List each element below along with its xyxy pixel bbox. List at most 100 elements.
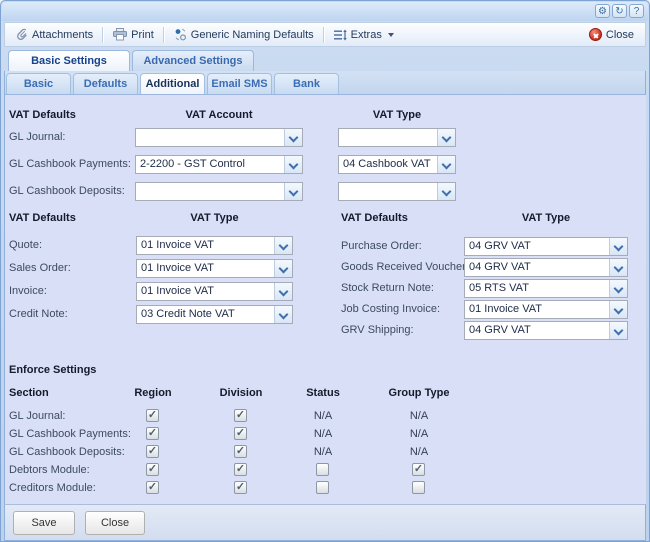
dropdown-trigger[interactable] <box>284 129 302 146</box>
credit-note-label: Credit Note: <box>9 305 68 324</box>
credit-note-vattype-select[interactable]: 03 Credit Note VAT <box>136 305 293 324</box>
gl-cashbook-deposits-status-na: N/A <box>293 444 353 460</box>
chevron-down-icon <box>442 187 452 197</box>
gl-journal-status-na: N/A <box>293 408 353 424</box>
goods-received-voucher-vattype-value: 04 GRV VAT <box>469 259 607 276</box>
invoice-vattype-select[interactable]: 01 Invoice VAT <box>136 282 293 301</box>
dropdown-trigger[interactable] <box>437 183 455 200</box>
goods-received-voucher-vattype-select[interactable]: 04 GRV VAT <box>464 258 628 277</box>
gl-cashbook-payments-vattype-select[interactable]: 04 Cashbook VAT <box>338 155 456 174</box>
gl-journal-division-checkbox[interactable]: ✓ <box>234 409 247 422</box>
gl-cashbook-payments-account-select[interactable]: 2-2200 - GST Control <box>135 155 303 174</box>
enforce-settings-title: Enforce Settings <box>9 364 96 376</box>
goods-received-voucher-label: Goods Received Voucher: <box>341 258 469 277</box>
additional-tab-content: VAT Defaults VAT Account VAT Type GL Jou… <box>5 95 646 504</box>
vat-type-header-3: VAT Type <box>464 212 628 224</box>
creditors-module-region-checkbox[interactable]: ✓ <box>146 481 159 494</box>
naming-defaults-icon <box>174 28 187 41</box>
print-button[interactable]: Print <box>107 26 160 43</box>
gl-cashbook-deposits-region-checkbox[interactable]: ✓ <box>146 445 159 458</box>
toolbar: Attachments Print Generic Naming Default… <box>4 22 646 47</box>
dropdown-trigger[interactable] <box>437 156 455 173</box>
toolbar-close-label: Close <box>606 29 634 41</box>
gl-cashbook-deposits-label: GL Cashbook Deposits: <box>9 182 125 201</box>
tab-advanced-settings[interactable]: Advanced Settings <box>132 50 254 71</box>
job-costing-invoice-vattype-select[interactable]: 01 Invoice VAT <box>464 300 628 319</box>
gl-cashbook-payments-vattype-value: 04 Cashbook VAT <box>343 156 435 173</box>
toolbar-close-button[interactable]: Close <box>583 26 640 43</box>
creditors-module-status-checkbox[interactable] <box>316 481 329 494</box>
enforce-col-division: Division <box>211 387 271 399</box>
tab-defaults[interactable]: Defaults <box>73 73 138 94</box>
dropdown-trigger[interactable] <box>609 280 627 297</box>
debtors-module-region-checkbox[interactable]: ✓ <box>146 463 159 476</box>
debtors-module-grouptype-checkbox[interactable]: ✓ <box>412 463 425 476</box>
chevron-down-icon <box>289 187 299 197</box>
dropdown-trigger[interactable] <box>274 283 292 300</box>
attachments-label: Attachments <box>32 29 93 41</box>
dropdown-trigger[interactable] <box>284 156 302 173</box>
chevron-down-icon <box>289 133 299 143</box>
enforce-col-region: Region <box>123 387 183 399</box>
stock-return-note-vattype-select[interactable]: 05 RTS VAT <box>464 279 628 298</box>
gl-journal-vattype-select[interactable] <box>338 128 456 147</box>
chevron-down-icon <box>614 242 624 252</box>
debtors-module-division-checkbox[interactable]: ✓ <box>234 463 247 476</box>
chevron-down-icon <box>279 241 289 251</box>
vat-defaults-header-3: VAT Defaults <box>341 212 408 224</box>
dropdown-trigger[interactable] <box>609 301 627 318</box>
gl-cashbook-deposits-vattype-select[interactable] <box>338 182 456 201</box>
dropdown-trigger[interactable] <box>274 260 292 277</box>
gl-cashbook-payments-division-checkbox[interactable]: ✓ <box>234 427 247 440</box>
quote-vattype-select[interactable]: 01 Invoice VAT <box>136 236 293 255</box>
footer-close-button[interactable]: Close <box>85 511 145 535</box>
vat-defaults-header-2: VAT Defaults <box>9 212 76 224</box>
gl-cashbook-payments-region-checkbox[interactable]: ✓ <box>146 427 159 440</box>
gear-button[interactable]: ⚙ <box>595 4 610 18</box>
stock-return-note-vattype-value: 05 RTS VAT <box>469 280 607 297</box>
tab-bank-details[interactable]: Bank Details <box>274 73 339 94</box>
save-button[interactable]: Save <box>13 511 75 535</box>
chevron-down-icon <box>289 160 299 170</box>
help-button[interactable]: ? <box>629 4 644 18</box>
gl-cashbook-deposits-account-select[interactable] <box>135 182 303 201</box>
dropdown-trigger[interactable] <box>609 259 627 276</box>
paperclip-icon <box>16 28 28 41</box>
extras-button[interactable]: Extras <box>328 27 400 43</box>
dropdown-trigger[interactable] <box>284 183 302 200</box>
dropdown-trigger[interactable] <box>274 306 292 323</box>
chevron-down-icon <box>614 326 624 336</box>
refresh-button[interactable]: ↻ <box>612 4 627 18</box>
gl-cashbook-payments-label: GL Cashbook Payments: <box>9 155 131 174</box>
tab-email-sms[interactable]: Email SMS <box>207 73 272 94</box>
gl-journal-region-checkbox[interactable]: ✓ <box>146 409 159 422</box>
extras-dropdown-caret-icon <box>388 33 394 37</box>
gl-cashbook-deposits-vattype-value <box>343 183 435 200</box>
sales-order-vattype-select[interactable]: 01 Invoice VAT <box>136 259 293 278</box>
attachments-button[interactable]: Attachments <box>10 26 99 43</box>
tab-additional[interactable]: Additional <box>140 73 205 94</box>
gl-journal-label: GL Journal: <box>9 128 65 147</box>
dropdown-trigger[interactable] <box>437 129 455 146</box>
generic-naming-defaults-button[interactable]: Generic Naming Defaults <box>168 26 320 43</box>
chevron-down-icon <box>442 133 452 143</box>
dropdown-trigger[interactable] <box>609 238 627 255</box>
enforce-gl-cashbook-payments-label: GL Cashbook Payments: <box>9 426 131 442</box>
debtors-module-status-checkbox[interactable] <box>316 463 329 476</box>
creditors-module-grouptype-checkbox[interactable] <box>412 481 425 494</box>
tab-basic[interactable]: Basic <box>6 73 71 94</box>
gl-cashbook-deposits-division-checkbox[interactable]: ✓ <box>234 445 247 458</box>
chevron-down-icon <box>614 305 624 315</box>
purchase-order-vattype-select[interactable]: 04 GRV VAT <box>464 237 628 256</box>
grv-shipping-vattype-select[interactable]: 04 GRV VAT <box>464 321 628 340</box>
printer-icon <box>113 28 127 41</box>
tab-basic-settings[interactable]: Basic Settings <box>8 50 130 71</box>
close-x-icon <box>589 28 602 41</box>
dropdown-trigger[interactable] <box>274 237 292 254</box>
creditors-module-division-checkbox[interactable]: ✓ <box>234 481 247 494</box>
help-icon: ? <box>634 6 640 17</box>
dropdown-trigger[interactable] <box>609 322 627 339</box>
enforce-gl-journal-label: GL Journal: <box>9 408 65 424</box>
toolbar-separator <box>323 27 325 43</box>
gl-journal-account-select[interactable] <box>135 128 303 147</box>
